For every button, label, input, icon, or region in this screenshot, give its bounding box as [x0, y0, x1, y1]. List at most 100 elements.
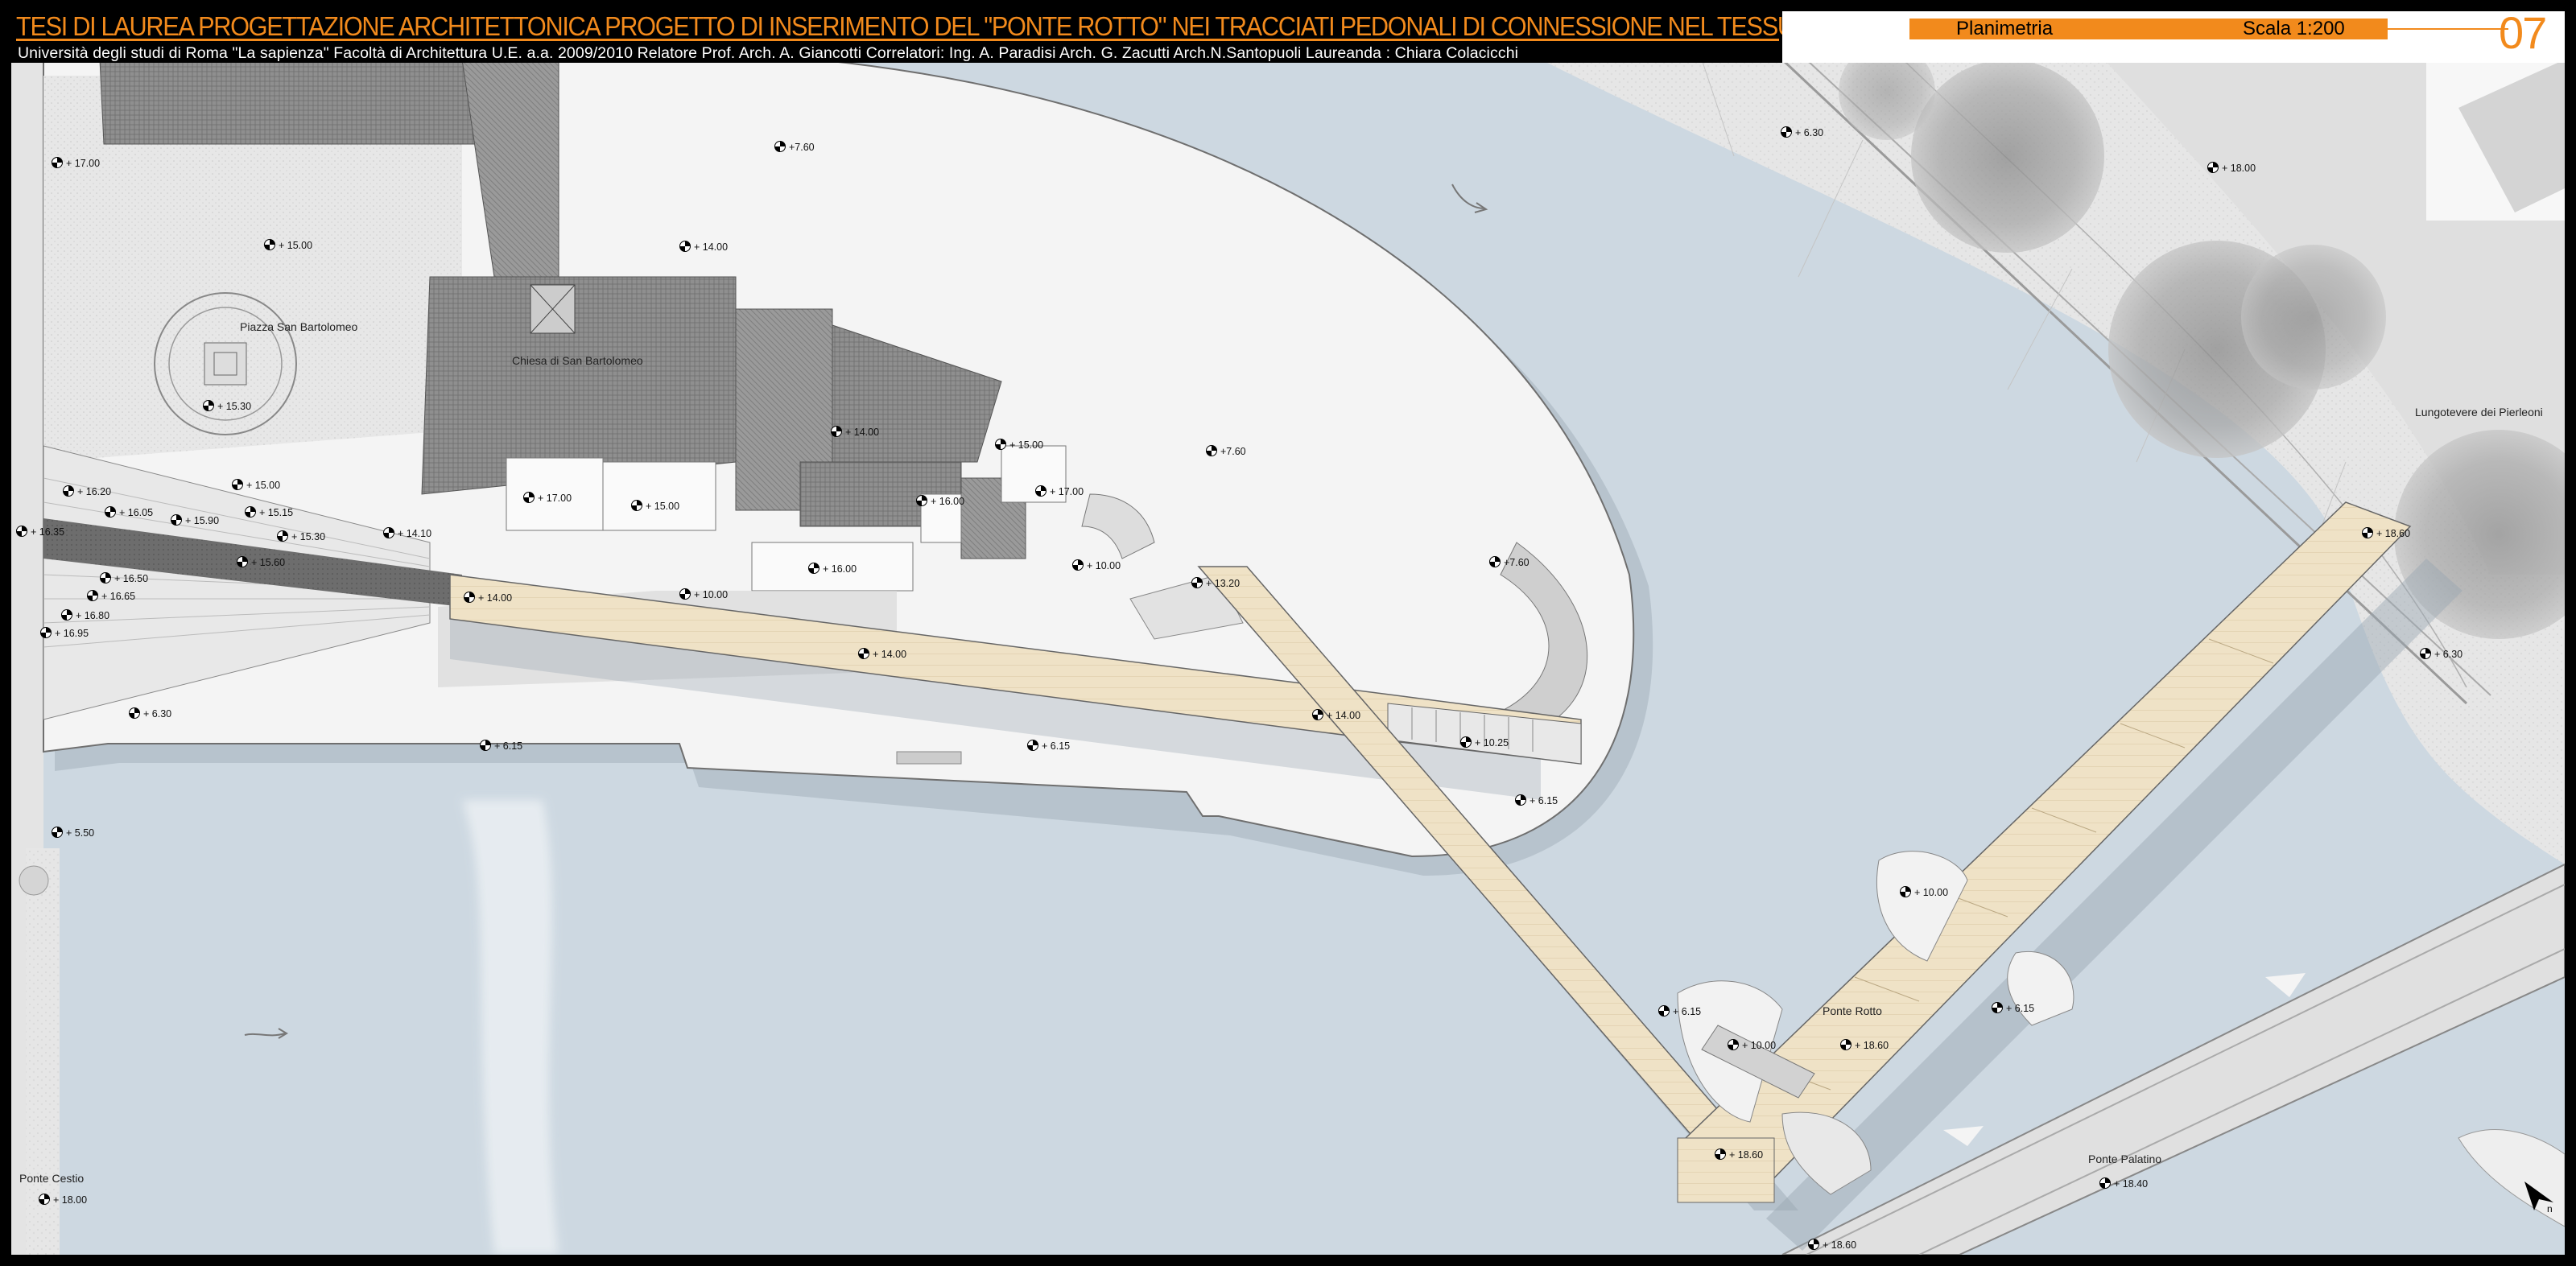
elevation-marker: + 6.15: [1992, 1001, 2034, 1016]
elevation-marker: + 15.90: [171, 513, 219, 528]
elevation-icon: [52, 157, 63, 168]
elevation-marker: + 14.00: [1312, 708, 1360, 723]
elevation-marker: + 16.00: [808, 562, 857, 576]
elevation-icon: [858, 648, 869, 659]
elevation-marker: + 14.00: [679, 240, 728, 254]
elevation-marker: + 15.00: [631, 499, 679, 513]
elevation-marker: + 16.00: [916, 494, 964, 509]
elevation-icon: [1900, 886, 1911, 897]
elevation-icon: [1027, 740, 1038, 751]
elevation-marker: + 15.30: [203, 399, 251, 414]
elevation-icon: [1715, 1148, 1726, 1160]
sheet-bar: Planimetria Scala 1:200: [1909, 19, 2388, 39]
north-arrow-icon: n: [2524, 1181, 2553, 1214]
elevation-marker: + 18.60: [1715, 1148, 1763, 1162]
elevation-marker: + 17.00: [523, 491, 572, 505]
elevation-icon: [464, 592, 475, 603]
elevation-icon: [1489, 556, 1501, 567]
elevation-marker: + 15.00: [264, 238, 312, 253]
place-piazza: Piazza San Bartolomeo: [240, 320, 358, 333]
elevation-marker: + 16.35: [16, 525, 64, 539]
elevation-icon: [1035, 485, 1046, 497]
credits-line: Università degli studi di Roma "La sapie…: [18, 44, 1519, 62]
elevation-marker: + 5.50: [52, 826, 94, 840]
place-chiesa: Chiesa di San Bartolomeo: [512, 354, 643, 367]
elevation-marker: + 16.95: [40, 626, 89, 641]
elevation-icon: [264, 239, 275, 250]
elevation-marker: + 17.00: [1035, 485, 1084, 499]
elevation-icon: [100, 572, 111, 584]
elevation-icon: [679, 588, 691, 600]
elevation-marker: + 15.60: [237, 555, 285, 570]
elevation-marker: + 10.00: [1728, 1038, 1776, 1053]
elevation-icon: [39, 1194, 50, 1205]
elevation-icon: [2099, 1177, 2111, 1189]
site-plan: [11, 11, 2565, 1255]
elevation-icon: [631, 500, 642, 511]
elevation-icon: [1658, 1005, 1670, 1017]
elevation-icon: [679, 241, 691, 252]
elevation-marker: + 6.30: [2420, 647, 2462, 662]
elevation-icon: [383, 527, 394, 538]
place-ponte-palatino: Ponte Palatino: [2088, 1153, 2162, 1165]
elevation-icon: [1808, 1239, 1819, 1250]
elevation-icon: [232, 479, 243, 490]
elevation-icon: [52, 827, 63, 838]
elevation-icon: [808, 563, 819, 574]
elevation-icon: [2207, 162, 2219, 173]
elevation-marker: + 6.15: [1515, 794, 1558, 808]
sheet-scale: Scala 1:200: [2243, 18, 2345, 39]
elevation-icon: [203, 400, 214, 411]
sheet-number: 07: [2499, 11, 2547, 58]
elevation-icon: [2420, 648, 2431, 659]
elevation-marker: + 6.15: [1658, 1004, 1701, 1019]
elevation-marker: + 15.00: [995, 438, 1043, 452]
elevation-marker: + 15.30: [277, 530, 325, 544]
elevation-icon: [129, 707, 140, 719]
elevation-icon: [1460, 736, 1472, 748]
elevation-icon: [16, 526, 27, 537]
elevation-marker: + 6.30: [1781, 126, 1823, 140]
elevation-marker: + 14.00: [464, 591, 512, 605]
elevation-marker: + 16.80: [61, 608, 109, 623]
drawing-board: TESI DI LAUREA PROGETTAZIONE ARCHITETTON…: [11, 11, 2565, 1255]
sheet-name: Planimetria: [1956, 18, 2054, 39]
elevation-icon: [61, 609, 72, 621]
elevation-marker: + 16.05: [105, 505, 153, 520]
north-label: n: [2547, 1203, 2553, 1214]
elevation-marker: + 18.60: [2362, 526, 2410, 541]
elevation-marker: + 10.00: [1900, 885, 1948, 900]
elevation-icon: [480, 740, 491, 751]
elevation-icon: [995, 439, 1006, 450]
elevation-marker: + 10.00: [679, 588, 728, 602]
elevation-marker: + 10.25: [1460, 736, 1509, 750]
elevation-marker: + 14.10: [383, 526, 431, 541]
elevation-icon: [831, 426, 842, 437]
elevation-icon: [2362, 527, 2373, 538]
elevation-marker: + 16.20: [63, 485, 111, 499]
elevation-icon: [105, 506, 116, 518]
title-block: TESI DI LAUREA PROGETTAZIONE ARCHITETTON…: [11, 11, 2037, 63]
elevation-marker: +7.60: [1206, 444, 1246, 459]
elevation-marker: + 18.60: [1840, 1038, 1889, 1053]
elevation-icon: [1728, 1039, 1739, 1050]
elevation-icon: [237, 556, 248, 567]
elevation-icon: [1191, 577, 1203, 588]
elevation-icon: [171, 514, 182, 526]
elevation-icon: [1072, 559, 1084, 571]
elevation-icon: [245, 506, 256, 518]
sheet-info: Planimetria Scala 1:200 07: [1782, 11, 2565, 63]
elevation-icon: [1781, 126, 1792, 138]
elevation-icon: [1312, 709, 1323, 720]
elevation-marker: + 15.00: [232, 478, 280, 493]
elevation-icon: [277, 530, 288, 542]
elevation-icon: [1515, 794, 1526, 806]
elevation-marker: + 10.00: [1072, 559, 1121, 573]
elevation-marker: + 18.00: [39, 1193, 87, 1207]
elevation-marker: + 6.15: [480, 739, 522, 753]
elevation-icon: [87, 590, 98, 601]
elevation-marker: + 17.00: [52, 156, 100, 171]
elevation-icon: [916, 495, 927, 506]
elevation-marker: + 16.65: [87, 589, 135, 604]
elevation-icon: [774, 141, 786, 152]
